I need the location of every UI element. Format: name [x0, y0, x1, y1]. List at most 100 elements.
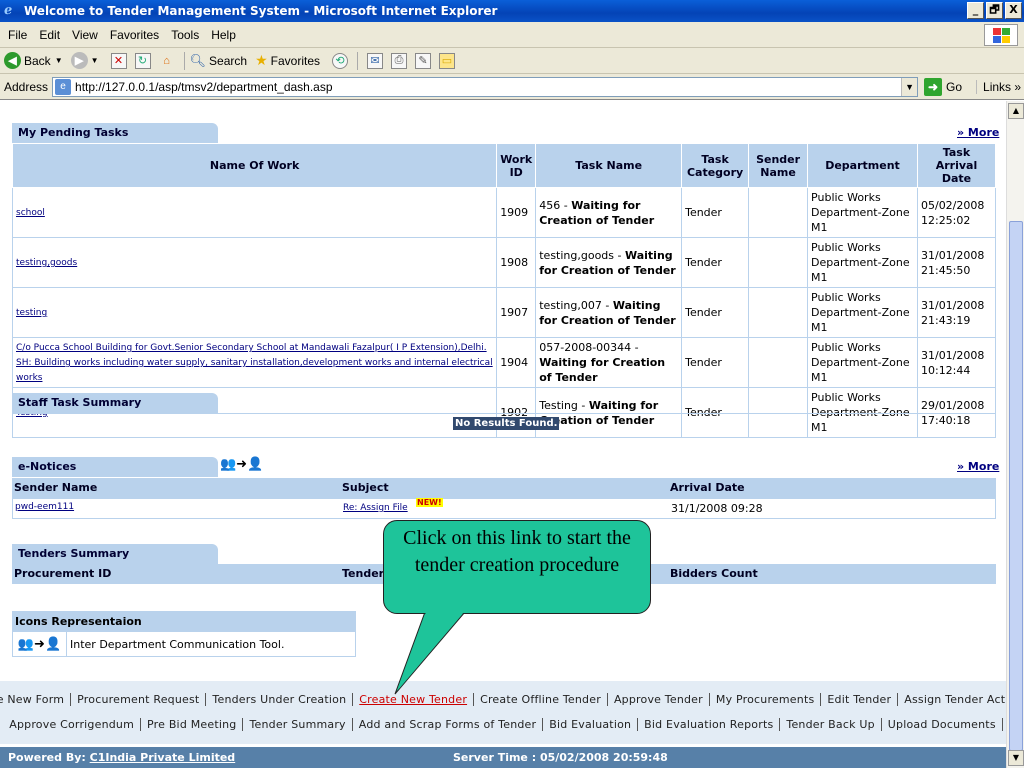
menu-edit[interactable]: Edit — [39, 28, 60, 42]
powered-by: Powered By: C1India Private Limited — [8, 751, 236, 764]
mail-icon[interactable]: ✉ — [367, 52, 383, 69]
nav-tender-back-up[interactable]: Tender Back Up — [780, 718, 882, 731]
nav-tenders-under-creation[interactable]: Tenders Under Creation — [206, 693, 354, 706]
scroll-down-icon[interactable]: ▼ — [1008, 750, 1024, 766]
nav-add-scrap-forms[interactable]: Add and Scrap Forms of Tender — [353, 718, 544, 731]
menu-tools[interactable]: Tools — [171, 28, 199, 42]
menu-bar: File Edit View Favorites Tools Help — [0, 22, 1024, 48]
search-button[interactable]: 🔍︎ Search — [190, 53, 248, 69]
e-notices-heading: e-Notices — [12, 457, 218, 477]
task-category: Tender — [681, 287, 750, 338]
task-name: 456 - Waiting for Creation of Tender — [535, 187, 683, 238]
department: Public Works Department-Zone M1 — [807, 287, 918, 338]
column-header: Work ID — [496, 143, 537, 188]
arrival-date: 31/01/2008 21:45:50 — [916, 237, 997, 288]
go-button[interactable]: ➜ Go — [924, 77, 962, 96]
back-button[interactable]: ◀ Back ▼ — [4, 52, 63, 69]
home-icon[interactable]: ⌂ — [159, 53, 175, 69]
forward-button[interactable]: ▶ ▼ — [70, 52, 99, 69]
print-icon[interactable]: ⎙ — [391, 52, 407, 69]
sender-name — [748, 337, 809, 388]
icons-legend-row: 👥➜👤 Inter Department Communication Tool. — [13, 632, 355, 656]
pending-more-link[interactable]: » More — [957, 126, 999, 139]
menu-file[interactable]: File — [8, 28, 27, 42]
scroll-up-icon[interactable]: ▲ — [1008, 103, 1024, 119]
column-header: Task Category — [681, 143, 750, 188]
work-name-link[interactable]: school — [16, 208, 45, 218]
nav-procurement-request[interactable]: Procurement Request — [71, 693, 207, 706]
toolbar-separator — [357, 51, 358, 70]
maximize-button[interactable]: 🗗 — [986, 2, 1003, 19]
nav-pre-bid-meeting[interactable]: Pre Bid Meeting — [141, 718, 244, 731]
task-category: Tender — [681, 187, 750, 238]
edit-icon[interactable]: ✎ — [415, 52, 431, 69]
menu-help[interactable]: Help — [211, 28, 236, 42]
notice-sender-link[interactable]: pwd-eem111 — [15, 502, 74, 512]
chevron-down-icon: ▼ — [54, 56, 63, 65]
sender-name — [748, 187, 809, 238]
nav-edit-tender[interactable]: Edit Tender — [821, 693, 899, 706]
task-name: testing,goods - Waiting for Creation of … — [535, 237, 683, 288]
window-title: Welcome to Tender Management System - Mi… — [24, 4, 498, 18]
back-arrow-icon: ◀ — [4, 52, 21, 69]
new-badge: NEW! — [416, 498, 443, 507]
communication-tool-icon[interactable]: 👥➜👤 — [220, 457, 263, 472]
nav-approve-tender[interactable]: Approve Tender — [608, 693, 710, 706]
vertical-scrollbar[interactable]: ▲ ▼ — [1006, 101, 1024, 768]
communication-tool-icon: 👥➜👤 — [13, 632, 67, 656]
callout-annotation: Click on this link to start the tender c… — [383, 520, 651, 614]
department: Public Works Department-Zone M1 — [807, 237, 918, 288]
column-header: Department — [807, 143, 918, 188]
nav-create-new-form[interactable]: Create New Form — [0, 693, 72, 706]
folder-icon[interactable]: ▭ — [439, 52, 455, 69]
close-button[interactable]: X — [1005, 2, 1022, 19]
nav-create-new-tender[interactable]: Create New Tender — [353, 693, 475, 706]
task-category: Tender — [681, 237, 750, 288]
windows-logo-icon — [984, 24, 1018, 46]
nav-my-procurements[interactable]: My Procurements — [710, 693, 822, 706]
nav-tender-summary[interactable]: Tender Summary — [243, 718, 353, 731]
column-header: Procurement ID — [14, 567, 112, 580]
chevron-down-icon: ▼ — [90, 56, 99, 65]
minimize-button[interactable]: _ — [967, 2, 984, 19]
sender-name — [748, 237, 809, 288]
menu-favorites[interactable]: Favorites — [110, 28, 159, 42]
work-id: 1908 — [496, 237, 537, 288]
server-time: Server Time : 05/02/2008 20:59:48 — [453, 751, 668, 764]
nav-bid-evaluation-reports[interactable]: Bid Evaluation Reports — [638, 718, 781, 731]
sender-name — [748, 287, 809, 338]
company-link[interactable]: C1India Private Limited — [90, 751, 236, 764]
task-name: testing,007 - Waiting for Creation of Te… — [535, 287, 683, 338]
work-name-link[interactable]: testing — [16, 308, 47, 318]
window-title-bar: ℯ Welcome to Tender Management System - … — [0, 0, 1024, 22]
nav-assign-tender-activities[interactable]: Assign Tender Activities — [898, 693, 1006, 706]
favorites-button[interactable]: ★ Favorites — [255, 52, 320, 69]
nav-approve-corrigendum[interactable]: Approve Corrigendum — [3, 718, 142, 731]
history-icon[interactable]: ⟲ — [332, 52, 348, 69]
menu-view[interactable]: View — [72, 28, 98, 42]
refresh-icon[interactable]: ↻ — [134, 52, 151, 69]
nav-create-offline-tender[interactable]: Create Offline Tender — [474, 693, 608, 706]
standard-toolbar: ◀ Back ▼ ▶ ▼ ✕ ↻ ⌂ 🔍︎ Search ★ Favorites… — [0, 48, 1024, 74]
divider — [12, 413, 996, 414]
stop-icon[interactable]: ✕ — [110, 52, 127, 69]
notices-more-link[interactable]: » More — [957, 460, 999, 473]
nav-upload-documents[interactable]: Upload Documents — [882, 718, 1003, 731]
scroll-thumb[interactable] — [1009, 221, 1023, 751]
search-icon: 🔍︎ — [189, 52, 207, 68]
links-button[interactable]: Links » — [976, 79, 1021, 94]
forward-arrow-icon: ▶ — [70, 52, 88, 69]
pending-tasks-heading: My Pending Tasks — [12, 123, 218, 143]
work-name-link[interactable]: C/o Pucca School Building for Govt.Senio… — [16, 343, 493, 383]
work-id: 1909 — [496, 187, 537, 238]
notice-subject-link[interactable]: Re: Assign File — [343, 503, 408, 513]
table-row: testing 1907 testing,007 - Waiting for C… — [11, 287, 997, 338]
address-dropdown-icon[interactable]: ▼ — [901, 77, 918, 96]
work-name-link[interactable]: testing,goods — [16, 258, 77, 268]
go-arrow-icon: ➜ — [924, 77, 943, 96]
nav-bid-evaluation[interactable]: Bid Evaluation — [543, 718, 639, 731]
nav-row-1: Create New Form Procurement Request Tend… — [0, 693, 1006, 706]
column-header: Task Arrival Date — [916, 143, 997, 188]
address-label: Address — [4, 79, 49, 94]
address-input[interactable]: e http://127.0.0.1/asp/tmsv2/department_… — [52, 76, 919, 97]
